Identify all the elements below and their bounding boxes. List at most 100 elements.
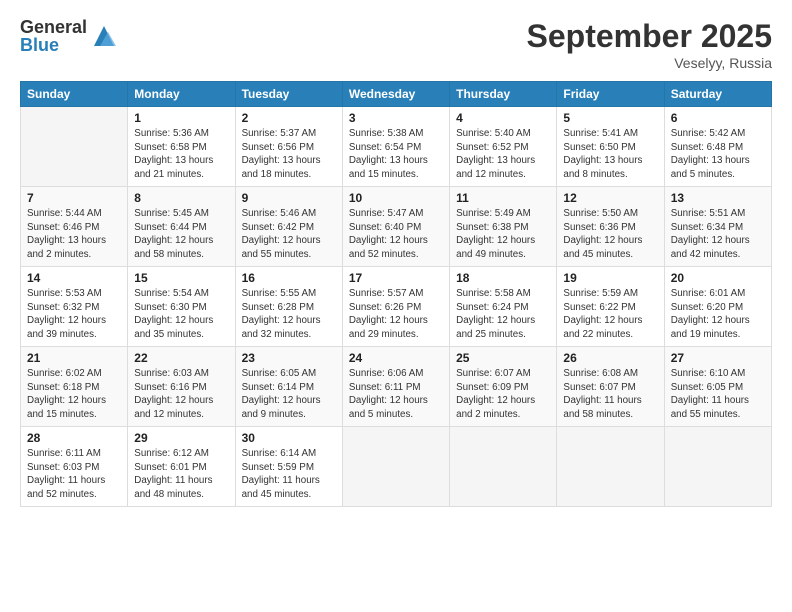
day-number: 3 [349, 111, 443, 125]
header-sunday: Sunday [21, 82, 128, 107]
day-info: Sunrise: 6:11 AMSunset: 6:03 PMDaylight:… [27, 447, 121, 502]
day-number: 2 [242, 111, 336, 125]
logo-icon [90, 22, 118, 50]
day-number: 7 [27, 191, 121, 205]
logo: General Blue [20, 18, 118, 54]
day-info: Sunrise: 5:37 AMSunset: 6:56 PMDaylight:… [242, 127, 336, 182]
day-info: Sunrise: 5:58 AMSunset: 6:24 PMDaylight:… [456, 287, 550, 342]
table-row: 29 Sunrise: 6:12 AMSunset: 6:01 PMDayligh… [128, 427, 235, 507]
day-number: 21 [27, 351, 121, 365]
day-number: 11 [456, 191, 550, 205]
day-info: Sunrise: 6:01 AMSunset: 6:20 PMDaylight:… [671, 287, 765, 342]
header-tuesday: Tuesday [235, 82, 342, 107]
day-number: 17 [349, 271, 443, 285]
table-row [342, 427, 449, 507]
table-row: 16 Sunrise: 5:55 AMSunset: 6:28 PMDayligh… [235, 267, 342, 347]
day-info: Sunrise: 5:57 AMSunset: 6:26 PMDaylight:… [349, 287, 443, 342]
table-row: 14 Sunrise: 5:53 AMSunset: 6:32 PMDayligh… [21, 267, 128, 347]
day-info: Sunrise: 5:46 AMSunset: 6:42 PMDaylight:… [242, 207, 336, 262]
day-number: 9 [242, 191, 336, 205]
day-info: Sunrise: 6:02 AMSunset: 6:18 PMDaylight:… [27, 367, 121, 422]
table-row: 21 Sunrise: 6:02 AMSunset: 6:18 PMDayligh… [21, 347, 128, 427]
day-info: Sunrise: 5:44 AMSunset: 6:46 PMDaylight:… [27, 207, 121, 262]
title-block: September 2025 Veselyy, Russia [527, 18, 772, 71]
day-info: Sunrise: 5:38 AMSunset: 6:54 PMDaylight:… [349, 127, 443, 182]
day-number: 29 [134, 431, 228, 445]
day-number: 16 [242, 271, 336, 285]
day-number: 23 [242, 351, 336, 365]
table-row [21, 107, 128, 187]
location: Veselyy, Russia [527, 55, 772, 71]
month-title: September 2025 [527, 18, 772, 55]
calendar-week-row: 28Sunrise: 6:11 AMSunset: 6:03 PMDayligh… [21, 427, 772, 507]
day-info: Sunrise: 5:41 AMSunset: 6:50 PMDaylight:… [563, 127, 657, 182]
day-number: 14 [27, 271, 121, 285]
table-row: 27 Sunrise: 6:10 AMSunset: 6:05 PMDayligh… [664, 347, 771, 427]
calendar-header-row: Sunday Monday Tuesday Wednesday Thursday… [21, 82, 772, 107]
header-friday: Friday [557, 82, 664, 107]
day-number: 26 [563, 351, 657, 365]
logo-blue: Blue [20, 36, 87, 54]
calendar-table: Sunday Monday Tuesday Wednesday Thursday… [20, 81, 772, 507]
day-info: Sunrise: 5:45 AMSunset: 6:44 PMDaylight:… [134, 207, 228, 262]
table-row: 6Sunrise: 5:42 AMSunset: 6:48 PMDaylight… [664, 107, 771, 187]
table-row: 20Sunrise: 6:01 AMSunset: 6:20 PMDayligh… [664, 267, 771, 347]
table-row: 2 Sunrise: 5:37 AMSunset: 6:56 PMDaylight… [235, 107, 342, 187]
day-number: 4 [456, 111, 550, 125]
day-number: 22 [134, 351, 228, 365]
table-row: 26 Sunrise: 6:08 AMSunset: 6:07 PMDayligh… [557, 347, 664, 427]
day-info: Sunrise: 6:08 AMSunset: 6:07 PMDaylight:… [563, 367, 657, 422]
day-info: Sunrise: 6:14 AMSunset: 5:59 PMDaylight:… [242, 447, 336, 502]
day-number: 1 [134, 111, 228, 125]
day-info: Sunrise: 5:50 AMSunset: 6:36 PMDaylight:… [563, 207, 657, 262]
day-info: Sunrise: 5:54 AMSunset: 6:30 PMDaylight:… [134, 287, 228, 342]
table-row: 11 Sunrise: 5:49 AMSunset: 6:38 PMDayligh… [450, 187, 557, 267]
day-info: Sunrise: 5:42 AMSunset: 6:48 PMDaylight:… [671, 127, 765, 182]
table-row: 3 Sunrise: 5:38 AMSunset: 6:54 PMDaylight… [342, 107, 449, 187]
calendar-week-row: 7 Sunrise: 5:44 AMSunset: 6:46 PMDaylight… [21, 187, 772, 267]
table-row: 5 Sunrise: 5:41 AMSunset: 6:50 PMDaylight… [557, 107, 664, 187]
day-number: 5 [563, 111, 657, 125]
day-info: Sunrise: 5:55 AMSunset: 6:28 PMDaylight:… [242, 287, 336, 342]
header-saturday: Saturday [664, 82, 771, 107]
header-monday: Monday [128, 82, 235, 107]
day-number: 10 [349, 191, 443, 205]
day-info: Sunrise: 5:40 AMSunset: 6:52 PMDaylight:… [456, 127, 550, 182]
table-row: 23 Sunrise: 6:05 AMSunset: 6:14 PMDayligh… [235, 347, 342, 427]
calendar-week-row: 1 Sunrise: 5:36 AMSunset: 6:58 PMDaylight… [21, 107, 772, 187]
day-number: 18 [456, 271, 550, 285]
table-row: 19 Sunrise: 5:59 AMSunset: 6:22 PMDayligh… [557, 267, 664, 347]
day-info: Sunrise: 5:49 AMSunset: 6:38 PMDaylight:… [456, 207, 550, 262]
table-row [450, 427, 557, 507]
table-row: 4 Sunrise: 5:40 AMSunset: 6:52 PMDaylight… [450, 107, 557, 187]
day-info: Sunrise: 6:06 AMSunset: 6:11 PMDaylight:… [349, 367, 443, 422]
day-number: 25 [456, 351, 550, 365]
calendar-week-row: 14 Sunrise: 5:53 AMSunset: 6:32 PMDayligh… [21, 267, 772, 347]
table-row: 1 Sunrise: 5:36 AMSunset: 6:58 PMDaylight… [128, 107, 235, 187]
header-wednesday: Wednesday [342, 82, 449, 107]
table-row: 25Sunrise: 6:07 AMSunset: 6:09 PMDayligh… [450, 347, 557, 427]
table-row: 28Sunrise: 6:11 AMSunset: 6:03 PMDayligh… [21, 427, 128, 507]
day-info: Sunrise: 6:05 AMSunset: 6:14 PMDaylight:… [242, 367, 336, 422]
day-info: Sunrise: 5:36 AMSunset: 6:58 PMDaylight:… [134, 127, 228, 182]
table-row: 30Sunrise: 6:14 AMSunset: 5:59 PMDayligh… [235, 427, 342, 507]
day-number: 12 [563, 191, 657, 205]
logo-general: General [20, 18, 87, 36]
day-info: Sunrise: 5:59 AMSunset: 6:22 PMDaylight:… [563, 287, 657, 342]
day-info: Sunrise: 5:53 AMSunset: 6:32 PMDaylight:… [27, 287, 121, 342]
logo-text: General Blue [20, 18, 87, 54]
table-row [664, 427, 771, 507]
day-info: Sunrise: 5:51 AMSunset: 6:34 PMDaylight:… [671, 207, 765, 262]
table-row: 17 Sunrise: 5:57 AMSunset: 6:26 PMDayligh… [342, 267, 449, 347]
calendar-week-row: 21 Sunrise: 6:02 AMSunset: 6:18 PMDayligh… [21, 347, 772, 427]
header-thursday: Thursday [450, 82, 557, 107]
table-row [557, 427, 664, 507]
day-number: 27 [671, 351, 765, 365]
table-row: 22Sunrise: 6:03 AMSunset: 6:16 PMDayligh… [128, 347, 235, 427]
day-info: Sunrise: 6:10 AMSunset: 6:05 PMDaylight:… [671, 367, 765, 422]
day-info: Sunrise: 6:12 AMSunset: 6:01 PMDaylight:… [134, 447, 228, 502]
table-row: 13 Sunrise: 5:51 AMSunset: 6:34 PMDayligh… [664, 187, 771, 267]
day-number: 19 [563, 271, 657, 285]
day-number: 13 [671, 191, 765, 205]
table-row: 8Sunrise: 5:45 AMSunset: 6:44 PMDaylight… [128, 187, 235, 267]
